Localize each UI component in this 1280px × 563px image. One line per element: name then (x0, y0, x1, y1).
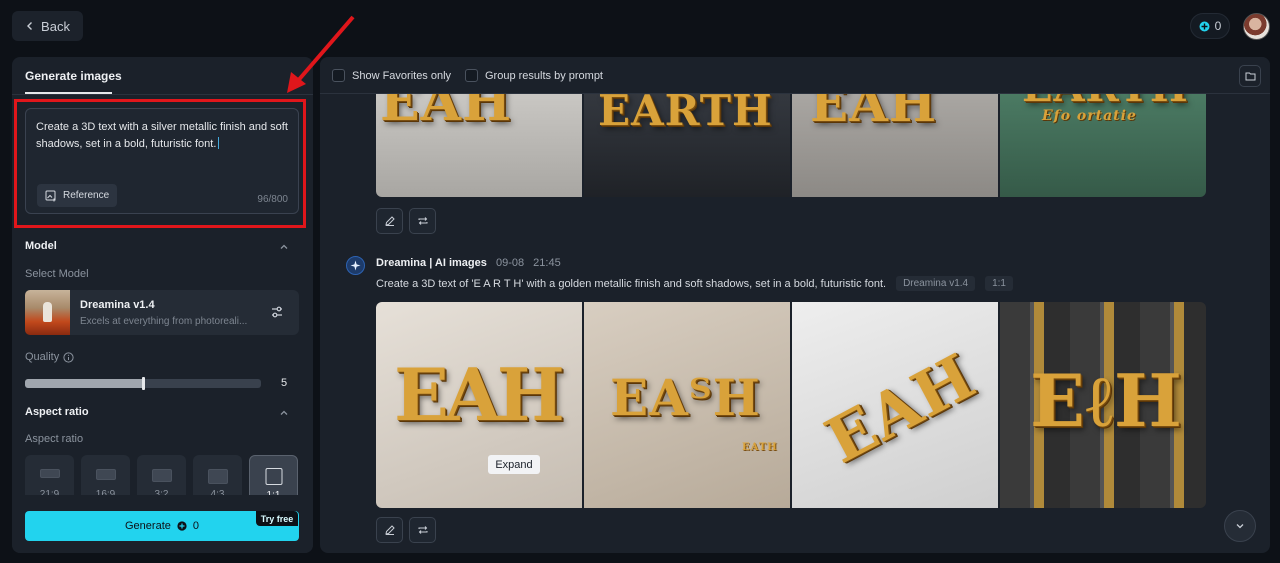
expand-label: Expand (495, 458, 533, 471)
ratio-shape-icon (95, 469, 116, 480)
image-add-icon (45, 190, 56, 201)
prompt-input[interactable]: Create a 3D text with a silver metallic … (25, 108, 299, 214)
repeat-icon (418, 217, 427, 225)
image-grid-previous: EAH EARTH EAH EARTH Efo ortatie (376, 94, 1206, 197)
try-free-label: Try free (260, 513, 294, 524)
result-image[interactable]: EAH (376, 94, 582, 197)
favorites-filter[interactable]: Show Favorites only (332, 69, 451, 82)
regenerate-button[interactable] (409, 517, 436, 543)
quality-value: 5 (281, 377, 288, 389)
chevron-left-icon (27, 22, 33, 30)
generate-panel: Generate images Create a 3D text with a … (12, 57, 313, 553)
image-caption: EATH (742, 442, 778, 453)
result-image[interactable]: EℓH (1000, 302, 1206, 508)
generation-prompt-row: Create a 3D text of 'E A R T H' with a g… (376, 276, 1013, 291)
quality-slider-thumb[interactable] (142, 377, 145, 390)
favorites-checkbox[interactable] (332, 69, 345, 82)
select-model-label: Select Model (25, 268, 89, 280)
results-panel: Show Favorites only Group results by pro… (320, 57, 1270, 553)
chevron-down-icon (1236, 524, 1244, 529)
group-filter[interactable]: Group results by prompt (465, 69, 603, 82)
model-thumbnail (25, 290, 70, 335)
ratio-shape-icon (151, 469, 172, 482)
panel-tabbar: Generate images (12, 57, 313, 95)
group-label: Group results by prompt (485, 69, 603, 82)
result-image[interactable]: EAᵀH EATH (584, 302, 790, 508)
image-text: EAH (394, 352, 565, 437)
pencil-icon (384, 216, 395, 226)
edit-button[interactable] (376, 517, 403, 543)
tab-underline (25, 92, 112, 94)
folder-button[interactable] (1239, 65, 1261, 87)
result-image[interactable]: EAH (792, 302, 998, 508)
chevron-up-icon[interactable] (278, 407, 290, 419)
back-button[interactable]: Back (12, 11, 83, 41)
aspect-ratio-options: 21:9 16:9 3:2 4:3 1:1 (25, 455, 299, 505)
favorites-label: Show Favorites only (352, 69, 452, 82)
results-toolbar: Show Favorites only Group results by pro… (320, 57, 1270, 94)
image-text: EAH (814, 339, 987, 478)
image-text: EAH (810, 94, 938, 133)
tab-generate-images[interactable]: Generate images (25, 69, 122, 83)
result-image[interactable]: EARTH (584, 94, 790, 197)
chevron-up-icon[interactable] (278, 241, 290, 253)
image-text: EARTH (598, 94, 773, 135)
dreamina-logo-icon (346, 256, 365, 275)
try-free-badge: Try free (256, 511, 298, 526)
aspect-ratio-label: Aspect ratio (25, 433, 84, 445)
model-selector[interactable]: Dreamina v1.4 Excels at everything from … (25, 290, 299, 335)
image-text: EℓH (1030, 358, 1183, 443)
text-caret (218, 137, 220, 149)
model-section-title: Model (25, 240, 57, 252)
generation-author: Dreamina | AI images (376, 257, 487, 269)
credits-badge[interactable]: 0 (1190, 13, 1230, 39)
repeat-icon (418, 526, 427, 534)
image-text: EAH (380, 94, 513, 133)
quality-slider[interactable] (25, 377, 261, 390)
reference-button[interactable]: Reference (37, 184, 117, 207)
pencil-icon (384, 525, 395, 535)
ratio-shape-icon (265, 468, 282, 485)
result-image[interactable]: EARTH Efo ortatie (1000, 94, 1206, 197)
result-image[interactable]: EAH Expand (376, 302, 582, 508)
avatar[interactable] (1243, 13, 1270, 40)
generate-label: Generate (125, 520, 171, 532)
generation-prompt[interactable]: Create a 3D text of 'E A R T H' with a g… (376, 278, 886, 290)
ratio-shape-icon (207, 469, 228, 484)
regenerate-button[interactable] (409, 208, 436, 234)
scroll-down-button[interactable] (1224, 510, 1256, 542)
credits-value: 0 (1214, 19, 1222, 33)
model-description: Excels at everything from photoreali... (80, 316, 248, 327)
generation-date: 09-08 (495, 257, 525, 269)
quality-slider-fill (25, 379, 143, 388)
image-grid-latest: EAH Expand EAᵀH EATH EAH EℓH (376, 302, 1206, 508)
sliders-icon[interactable] (270, 305, 284, 319)
edit-button[interactable] (376, 208, 403, 234)
prompt-text: Create a 3D text with a silver metallic … (36, 121, 288, 150)
char-count: 96/800 (257, 194, 288, 205)
expand-tooltip[interactable]: Expand (488, 455, 540, 474)
reference-label: Reference (63, 190, 110, 201)
quality-label-row: Quality (25, 351, 74, 363)
generation-time: 21:45 (533, 257, 561, 269)
image-text: EAᵀH (610, 368, 761, 427)
info-icon[interactable] (63, 351, 74, 363)
model-name: Dreamina v1.4 (80, 299, 155, 311)
result-image[interactable]: EAH (792, 94, 998, 197)
back-label: Back (41, 18, 70, 34)
credit-coin-icon (1199, 21, 1210, 31)
ratio-shape-icon (39, 469, 60, 478)
generate-cost: 0 (192, 520, 199, 532)
quality-label: Quality (25, 351, 60, 363)
ratio-tag: 1:1 (985, 276, 1013, 291)
folder-icon (1245, 72, 1255, 81)
credit-coin-icon (177, 521, 187, 531)
image-caption: Efo ortatie (1042, 108, 1137, 124)
model-tag: Dreamina v1.4 (896, 276, 976, 291)
aspect-section-title: Aspect ratio (25, 406, 89, 418)
group-checkbox[interactable] (465, 69, 478, 82)
